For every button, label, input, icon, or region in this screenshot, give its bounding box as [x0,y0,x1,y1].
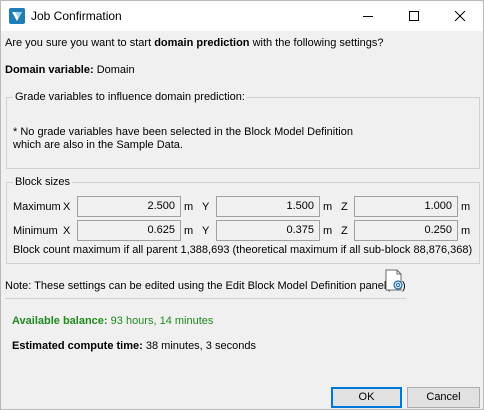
maximum-x-field[interactable]: 2.500 [77,196,181,217]
minimize-button[interactable] [345,1,391,31]
close-icon [455,11,465,21]
minimize-icon [363,16,373,17]
minimum-x-field[interactable]: 0.625 [77,220,181,241]
block-count-text: Block count maximum if all parent 1,388,… [13,244,473,256]
available-balance-value: 93 hours, 14 minutes [110,315,214,327]
minimum-x-axis-label: X [63,225,71,237]
minimum-z-unit: m [461,225,471,237]
minimum-z-axis-label: Z [341,225,348,237]
maximum-z-axis-label: Z [341,201,348,213]
prompt-text-start: Are you sure you want to start [5,37,155,49]
note-separator [5,298,406,299]
maximum-y-unit: m [323,201,333,213]
title-bar: Job Confirmation [1,1,483,31]
maximize-icon [409,11,419,21]
maximum-y-axis-label: Y [202,201,210,213]
note-close-paren: ) [402,280,406,292]
app-logo-icon [9,8,25,24]
close-button[interactable] [437,1,483,31]
minimum-y-field[interactable]: 0.375 [216,220,320,241]
confirmation-question: Are you sure you want to start domain pr… [5,37,383,49]
compute-time-row: Estimated compute time: 38 minutes, 3 se… [12,340,256,352]
domain-variable-value: Domain [96,64,135,76]
domain-variable-label: Domain variable: [5,64,94,76]
note-text: Note: These settings can be edited using… [5,280,391,292]
grade-variables-message-line1: * No grade variables have been selected … [13,126,353,138]
maximum-x-unit: m [184,201,194,213]
minimum-x-unit: m [184,225,194,237]
minimum-row-label: Minimum [13,225,58,237]
block-sizes-group-label: Block sizes [13,176,73,188]
maximum-z-field[interactable]: 1.000 [354,196,458,217]
grade-variables-message-line2: which are also in the Sample Data. [13,139,183,151]
maximum-row-label: Maximum [13,201,61,213]
grade-variables-group-label: Grade variables to influence domain pred… [13,91,247,103]
prompt-text-end: with the following settings? [249,37,384,49]
prompt-job-name: domain prediction [154,37,250,49]
window-title: Job Confirmation [31,9,122,23]
minimum-y-axis-label: Y [202,225,210,237]
maximum-z-unit: m [461,201,471,213]
compute-time-value: 38 minutes, 3 seconds [145,340,256,352]
minimum-y-unit: m [323,225,333,237]
available-balance-row: Available balance: 93 hours, 14 minutes [12,315,213,327]
available-balance-label: Available balance: [12,315,108,327]
minimum-z-field[interactable]: 0.250 [354,220,458,241]
cancel-button[interactable]: Cancel [407,387,480,408]
ok-button[interactable]: OK [331,387,402,408]
compute-time-label: Estimated compute time: [12,340,143,352]
job-confirmation-dialog: Job Confirmation Are you sure you want t… [0,0,484,410]
domain-variable-row: Domain variable: Domain [5,64,135,76]
maximize-button[interactable] [391,1,437,31]
maximum-x-axis-label: X [63,201,71,213]
maximum-y-field[interactable]: 1.500 [216,196,320,217]
